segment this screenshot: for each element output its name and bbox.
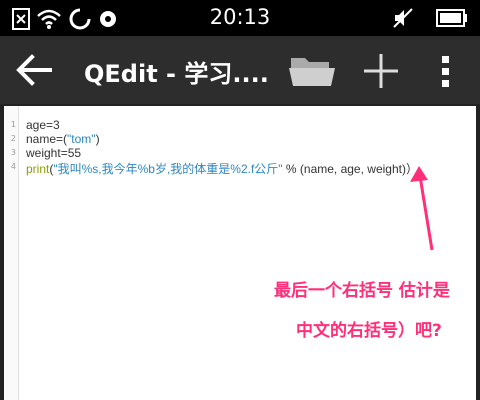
annotation-text-line2: 中文的右括号）吧? xyxy=(296,321,442,341)
annotation-text-line1: 最后一个右括号 估计是 xyxy=(274,281,450,301)
